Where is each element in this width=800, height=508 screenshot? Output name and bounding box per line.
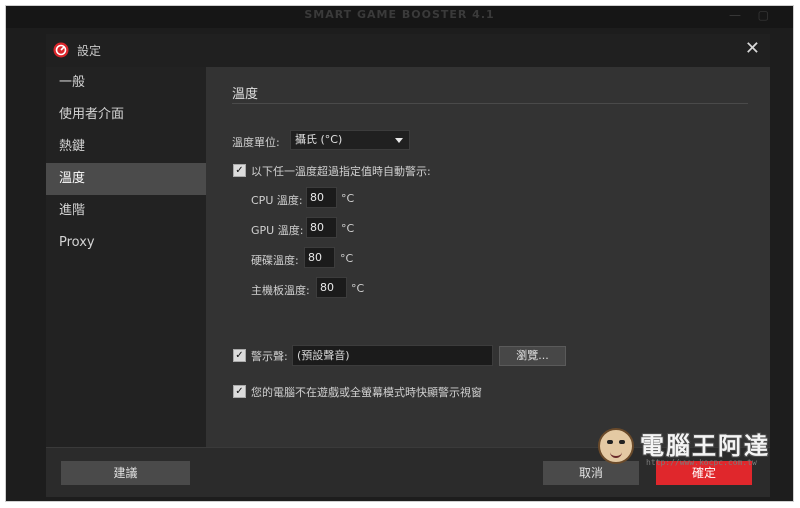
section-divider [232, 103, 748, 104]
motherboard-temp-label: 主機板溫度: [251, 284, 310, 297]
motherboard-temp-unit: °C [351, 282, 365, 295]
gpu-temp-input[interactable]: 80 [306, 217, 337, 238]
alert-sound-label: 警示聲: [251, 350, 288, 363]
auto-alert-checkbox[interactable]: ✓ [233, 164, 246, 177]
dialog-titlebar: 設定 ✕ [46, 34, 770, 68]
browse-button[interactable]: 瀏覽... [499, 346, 566, 366]
section-title: 溫度 [232, 87, 259, 102]
alert-sound-input[interactable]: (預設聲音) [292, 345, 493, 366]
popup-alert-label: 您的電腦不在遊戲或全螢幕模式時快顯警示視窗 [251, 386, 482, 399]
gpu-temp-unit: °C [341, 222, 355, 235]
temperature-unit-value: 攝氏 (°C) [295, 133, 343, 146]
sidebar-item-user-interface[interactable]: 使用者介面 [46, 99, 206, 131]
mascot-face-icon [598, 428, 634, 464]
disk-temp-input[interactable]: 80 [304, 247, 335, 268]
disk-temp-label: 硬碟溫度: [251, 254, 299, 267]
unit-label: 溫度單位: [232, 136, 280, 149]
popup-alert-checkbox[interactable]: ✓ [233, 385, 246, 398]
auto-alert-label: 以下任一溫度超過指定值時自動警示: [251, 165, 431, 178]
background-app-title: SMART GAME BOOSTER 4.1 [304, 8, 495, 21]
gpu-temp-label: GPU 溫度: [251, 224, 304, 237]
watermark-text: 電腦王阿達 [640, 432, 770, 460]
disk-temp-unit: °C [340, 252, 354, 265]
settings-sidebar: 一般 使用者介面 熱鍵 溫度 進階 Proxy [46, 67, 206, 447]
suggest-button[interactable]: 建議 [61, 461, 190, 485]
watermark: 電腦王阿達 http://www.kocpc.com.tw [598, 422, 798, 482]
temperature-panel: 溫度 溫度單位: 攝氏 (°C) ✓ 以下任一溫度超過指定值時自動警示: CPU… [206, 67, 770, 447]
game-booster-logo-icon [53, 42, 69, 58]
maximize-icon[interactable]: ▢ [758, 8, 769, 22]
sidebar-item-hotkeys[interactable]: 熱鍵 [46, 131, 206, 163]
minimize-icon[interactable]: — [729, 8, 741, 22]
background-titlebar: SMART GAME BOOSTER 4.1 — ▢ [6, 6, 793, 28]
sidebar-item-temperature[interactable]: 溫度 [46, 163, 206, 195]
cpu-temp-label: CPU 溫度: [251, 194, 303, 207]
cpu-temp-unit: °C [341, 192, 355, 205]
sidebar-item-general[interactable]: 一般 [46, 67, 206, 99]
temperature-unit-select[interactable]: 攝氏 (°C) [290, 130, 410, 150]
close-icon[interactable]: ✕ [745, 38, 760, 60]
sidebar-item-proxy[interactable]: Proxy [46, 227, 206, 259]
cpu-temp-input[interactable]: 80 [306, 187, 337, 208]
watermark-url: http://www.kocpc.com.tw [646, 458, 757, 467]
sidebar-item-advanced[interactable]: 進階 [46, 195, 206, 227]
alert-sound-checkbox[interactable]: ✓ [233, 349, 246, 362]
dialog-title: 設定 [77, 44, 102, 58]
chevron-down-icon [395, 138, 403, 143]
motherboard-temp-input[interactable]: 80 [316, 277, 347, 298]
